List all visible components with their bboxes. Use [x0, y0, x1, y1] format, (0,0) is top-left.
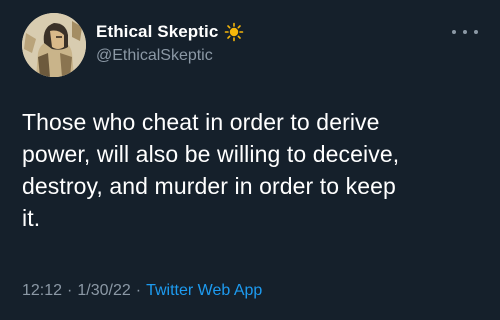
- sun-icon: [224, 22, 244, 42]
- tweet-time[interactable]: 12:12: [22, 282, 62, 300]
- avatar-image: [22, 13, 86, 77]
- meta-separator: ·: [67, 282, 73, 299]
- tweet-meta: 12:12 · 1/30/22 · Twitter Web App: [22, 282, 262, 300]
- more-dot-icon: [463, 30, 467, 34]
- tweet-card: Ethical Skeptic @EthicalSkeptic Those wh…: [0, 0, 500, 320]
- more-dot-icon: [474, 30, 478, 34]
- user-handle[interactable]: @EthicalSkeptic: [96, 47, 213, 65]
- display-name[interactable]: Ethical Skeptic: [96, 22, 218, 42]
- user-name-row: Ethical Skeptic: [96, 21, 244, 43]
- tweet-date[interactable]: 1/30/22: [77, 282, 130, 300]
- tweet-source-link[interactable]: Twitter Web App: [146, 282, 262, 300]
- avatar[interactable]: [22, 13, 86, 77]
- more-options-button[interactable]: [452, 24, 478, 40]
- meta-separator: ·: [135, 282, 142, 299]
- more-dot-icon: [452, 30, 456, 34]
- tweet-text: Those who cheat in order to derive power…: [22, 109, 400, 231]
